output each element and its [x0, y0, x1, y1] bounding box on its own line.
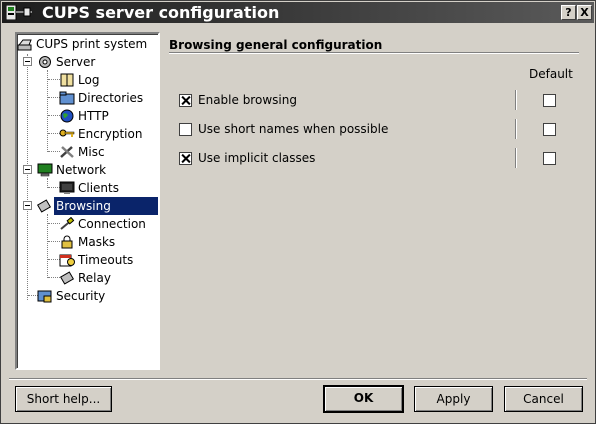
tree-label: Clients [78, 181, 119, 195]
tree-label: Directories [78, 91, 144, 105]
key-icon [59, 129, 75, 137]
config-window: CUPS server configuration ? X CUPS print… [0, 0, 596, 424]
globe-icon [60, 109, 74, 123]
ok-button[interactable]: OK [323, 385, 404, 413]
tree-label: HTTP [78, 109, 109, 123]
short-help-button[interactable]: Short help... [15, 386, 112, 412]
network-icon [37, 163, 53, 177]
tree-label: Misc [78, 145, 105, 159]
short-names-checkbox[interactable] [179, 123, 192, 136]
printer-app-icon [6, 5, 32, 20]
cancel-button[interactable]: Cancel [504, 386, 583, 412]
tree-label: Masks [78, 235, 116, 249]
relay-icon [59, 271, 75, 285]
folder-icon [59, 91, 75, 105]
tree-connector [47, 70, 48, 152]
lock-icon [61, 235, 73, 249]
section-divider [169, 52, 579, 54]
tree-label: Connection [78, 217, 146, 231]
column-separator [515, 119, 517, 139]
apply-button[interactable]: Apply [414, 386, 493, 412]
window-title: CUPS server configuration [42, 3, 280, 22]
footer-divider [9, 378, 587, 380]
column-separator [515, 90, 517, 110]
implicit-classes-checkbox[interactable] [179, 152, 192, 165]
tree-label: Server [56, 55, 96, 69]
enable-browsing-checkbox[interactable] [179, 94, 192, 107]
category-tree[interactable]: CUPS print system Server Log Directories [15, 32, 160, 370]
tree-label: Relay [78, 271, 111, 285]
collapse-toggle[interactable] [23, 165, 32, 174]
default-column-header: Default [529, 67, 573, 81]
title-bar[interactable]: CUPS server configuration ? X [2, 2, 594, 23]
tools-icon [60, 146, 74, 158]
server-gear-icon [39, 56, 51, 68]
tree-label: Encryption [78, 127, 143, 141]
close-button[interactable]: X [577, 5, 592, 20]
tree-label: Timeouts [78, 253, 134, 267]
help-button[interactable]: ? [561, 5, 576, 20]
collapse-toggle[interactable] [23, 57, 32, 66]
tree-connector [27, 54, 28, 300]
section-title: Browsing general configuration [169, 38, 383, 52]
implicit-classes-default-checkbox[interactable] [543, 152, 556, 165]
enable-browsing-default-checkbox[interactable] [543, 94, 556, 107]
tree-label: Log [78, 73, 100, 87]
tree-label: Security [56, 289, 106, 303]
monitor-icon [59, 181, 75, 194]
column-separator [515, 148, 517, 168]
option-label: Use implicit classes [198, 151, 316, 165]
tree-label: CUPS print system [36, 37, 148, 51]
book-icon [60, 73, 74, 87]
tree-label: Browsing [54, 197, 158, 215]
tree-label: Network [56, 163, 107, 177]
calendar-clock-icon [59, 254, 75, 267]
plug-icon [60, 217, 75, 230]
collapse-toggle[interactable] [23, 201, 32, 210]
option-label: Use short names when possible [198, 122, 389, 136]
printer-icon [17, 39, 32, 51]
option-label: Enable browsing [198, 93, 297, 107]
security-icon [37, 290, 52, 303]
browse-pen-icon [37, 199, 52, 213]
short-names-default-checkbox[interactable] [543, 123, 556, 136]
